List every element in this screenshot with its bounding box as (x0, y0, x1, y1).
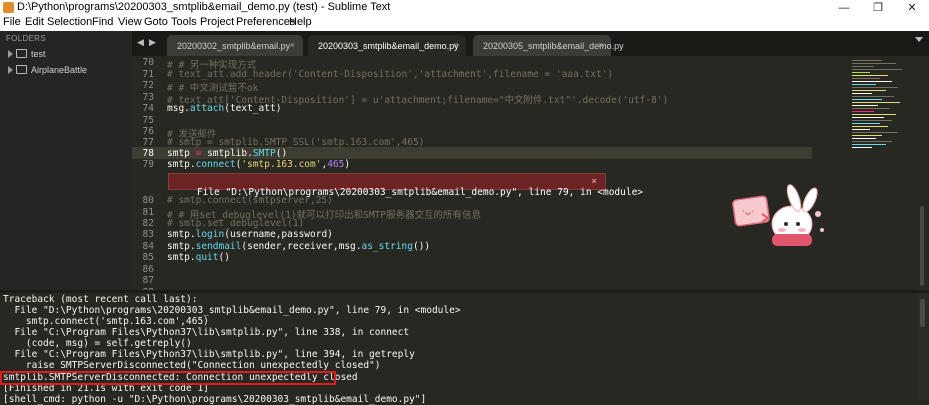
code-editor[interactable]: 70 71 72 73 74 75 76 77 78 79 80 81 82 8… (132, 56, 929, 298)
error-highlight-box (0, 371, 336, 385)
chevron-right-icon[interactable] (8, 66, 13, 74)
scrollbar-thumb[interactable] (920, 299, 925, 327)
tab-label: 20200302_smtplib&email.py (177, 41, 291, 51)
tab-menu-chevron-down-icon[interactable] (915, 37, 923, 42)
code-line-83: smtp.login(username,password) (167, 229, 333, 240)
close-button[interactable]: ✕ (895, 0, 929, 16)
chevron-right-icon[interactable] (8, 50, 13, 58)
console-line: (code, msg) = self.getreply() (3, 338, 192, 349)
code-line-84: smtp.sendmail(sender,receiver,msg.as_str… (167, 241, 431, 252)
menu-tools[interactable]: Tools (171, 16, 197, 28)
line-number: 85 (142, 252, 154, 263)
title-bar: D:\Python\programs\20200303_smtplib&emai… (0, 0, 929, 16)
folder-icon (16, 49, 27, 58)
line-number: 71 (142, 69, 154, 80)
window-title: D:\Python\programs\20200303_smtplib&emai… (17, 1, 391, 13)
error-close-icon[interactable]: × (591, 176, 597, 187)
code-line-79: smtp.connect('smtp.163.com',465) (167, 159, 351, 170)
menu-view[interactable]: View (118, 16, 142, 28)
menu-find[interactable]: Find (92, 16, 113, 28)
menu-selection[interactable]: Selection (47, 16, 92, 28)
console-line: Traceback (most recent call last): (3, 294, 198, 305)
line-number: 70 (142, 57, 154, 68)
console-line: File "D:\Python\programs\20200303_smtpli… (3, 305, 461, 316)
sublime-text-icon (3, 2, 14, 13)
editor-scrollbar[interactable] (916, 56, 929, 290)
tab-20200305[interactable]: 20200305_smtplib&email_demo.py × (473, 35, 624, 56)
line-number: 86 (142, 264, 154, 275)
code-line-80: # smtp.connect(smtpserver,25) (167, 195, 333, 206)
menu-goto[interactable]: Goto (144, 16, 168, 28)
console-line: File "C:\Program Files\Python37\lib\smtp… (3, 327, 410, 338)
tab-20200303[interactable]: 20200303_smtplib&email_demo.py × (308, 35, 466, 56)
sidebar-item-airplanebattle[interactable]: AirplaneBattle (8, 65, 87, 75)
folders-header: FOLDERS (6, 34, 46, 43)
line-number: 76 (142, 126, 154, 137)
svg-text:·ᴗ·: ·ᴗ· (742, 207, 754, 218)
code-line-82: # smtp.set_debuglevel(1) (167, 218, 305, 229)
tab-close-icon[interactable]: × (598, 40, 603, 50)
tab-next-icon[interactable]: ▶ (149, 37, 156, 48)
line-number: 80 (142, 195, 154, 206)
tab-label: 20200303_smtplib&email_demo.py (318, 41, 459, 51)
console-scrollbar[interactable] (917, 293, 929, 400)
menu-bar: File Edit Selection Find View Goto Tools… (0, 16, 929, 31)
line-number: 82 (142, 218, 154, 229)
tab-close-icon[interactable]: × (290, 40, 295, 50)
error-annotation: File "D:\Python\programs\20200303_smtpli… (168, 173, 643, 198)
code-line-77: # smtp = smtplib.SMTP_SSL('smtp.163.com'… (167, 137, 425, 148)
line-number: 84 (142, 241, 154, 252)
tab-bar: ◀ ▶ 20200302_smtplib&email.py × 20200303… (132, 31, 929, 56)
build-output-panel[interactable]: Traceback (most recent call last): File … (0, 293, 929, 405)
tab-20200302[interactable]: 20200302_smtplib&email.py × (167, 35, 303, 56)
bunny-sticker-image: ·ᴗ· (732, 184, 824, 246)
menu-help[interactable]: Help (289, 16, 312, 28)
menu-preferences[interactable]: Preferences (236, 16, 295, 28)
console-line: raise SMTPServerDisconnected("Connection… (3, 360, 381, 371)
menu-project[interactable]: Project (200, 16, 234, 28)
sidebar-item-label: test (31, 49, 46, 59)
line-number: 74 (142, 103, 154, 114)
sidebar: FOLDERS test AirplaneBattle (0, 31, 132, 290)
code-line-74: msg.attach(text_att) (167, 103, 282, 114)
line-number: 83 (142, 229, 154, 240)
console-line: smtp.connect('smtp.163.com',465) (3, 316, 209, 327)
line-number: 77 (142, 137, 154, 148)
folder-icon (16, 65, 27, 74)
line-number: 87 (142, 275, 154, 286)
tab-close-icon[interactable]: × (453, 40, 458, 50)
minimize-button[interactable]: — (827, 0, 861, 16)
code-line-78: smtp = smtplib.SMTP() (167, 148, 288, 159)
line-number: 79 (142, 159, 154, 170)
minimap[interactable] (852, 58, 912, 168)
menu-file[interactable]: File (3, 16, 21, 28)
maximize-button[interactable]: ❐ (861, 0, 895, 16)
code-line-71: # text_att.add_header('Content-Dispositi… (167, 69, 614, 80)
menu-edit[interactable]: Edit (25, 16, 44, 28)
line-number: 81 (142, 207, 154, 218)
scrollbar-thumb[interactable] (920, 206, 924, 286)
sidebar-item-test[interactable]: test (8, 49, 46, 59)
code-line-85: smtp.quit() (167, 252, 230, 263)
console-line: File "C:\Program Files\Python37\lib\smtp… (3, 349, 415, 360)
line-number: 72 (142, 80, 154, 91)
line-number: 78 (142, 148, 154, 159)
line-number: 75 (142, 115, 154, 126)
line-number: 73 (142, 92, 154, 103)
sidebar-item-label: AirplaneBattle (31, 65, 88, 75)
tab-prev-icon[interactable]: ◀ (137, 37, 144, 48)
